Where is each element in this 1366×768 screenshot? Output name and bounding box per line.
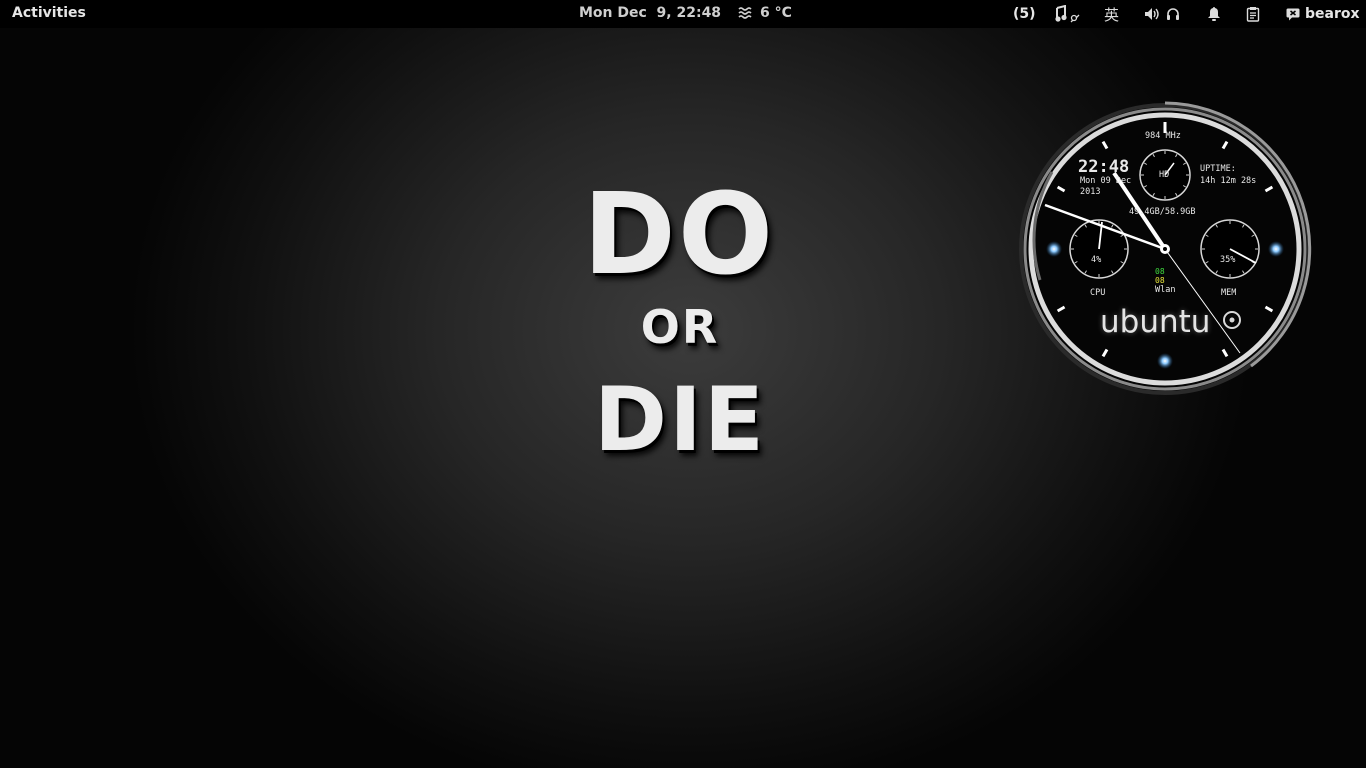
- headphones-icon: [1166, 7, 1180, 21]
- clock-glow-dot: [1046, 241, 1062, 257]
- top-panel: Activities Mon Dec 9, 22:48 6 °C (5) 英 b…: [0, 0, 1366, 28]
- desktop-clock-widget: 22:48 Mon 09 Dec 2013 984 MHz HD UPTIME:…: [1016, 100, 1314, 398]
- widget-year: 2013: [1080, 187, 1101, 197]
- widget-date: Mon 09 Dec: [1080, 176, 1132, 186]
- widget-cpu-freq: 984 MHz: [1145, 131, 1181, 141]
- widget-mem-percent: 35%: [1220, 255, 1236, 265]
- widget-mem-label: MEM: [1221, 288, 1237, 298]
- widget-cpu-label: CPU: [1090, 288, 1106, 298]
- widget-disk-usage: 49.4GB/58.9GB: [1129, 207, 1196, 217]
- widget-uptime-value: 14h 12m 28s: [1200, 176, 1257, 186]
- input-method-label: 英: [1104, 5, 1120, 24]
- widget-wlan-label: Wlan: [1155, 285, 1176, 295]
- date-time-menu[interactable]: Mon Dec 9, 22:48: [579, 5, 721, 21]
- clock-face: [1019, 101, 1312, 395]
- input-method-indicator[interactable]: 英: [1104, 0, 1119, 28]
- widget-time: 22:48: [1078, 157, 1130, 177]
- user-status-icon: [1286, 8, 1300, 21]
- widget-wlan-down: 08: [1155, 276, 1165, 285]
- volume-menu[interactable]: [1144, 0, 1180, 28]
- activities-button[interactable]: Activities: [12, 5, 86, 21]
- fog-icon: [738, 6, 754, 20]
- weather-temperature: 6 °C: [760, 5, 792, 21]
- bell-icon[interactable]: [1207, 0, 1221, 28]
- clipboard-icon[interactable]: [1246, 0, 1260, 28]
- notification-counter[interactable]: (5): [1013, 0, 1036, 28]
- username-label: bearox: [1305, 6, 1360, 22]
- weather-indicator[interactable]: 6 °C: [738, 5, 792, 21]
- clock-glow-dot: [1157, 353, 1173, 369]
- volume-icon: [1144, 7, 1160, 21]
- widget-wlan-up: 08: [1155, 267, 1165, 276]
- user-menu[interactable]: bearox: [1286, 0, 1360, 28]
- music-icon[interactable]: [1054, 0, 1082, 28]
- widget-hd-label: HD: [1159, 170, 1170, 180]
- widget-cpu-percent: 4%: [1091, 255, 1102, 265]
- clock-glow-dot: [1268, 241, 1284, 257]
- notification-count: (5): [1013, 6, 1036, 22]
- widget-uptime-label: UPTIME:: [1200, 164, 1236, 174]
- widget-brand-label: ubuntu: [1100, 304, 1211, 340]
